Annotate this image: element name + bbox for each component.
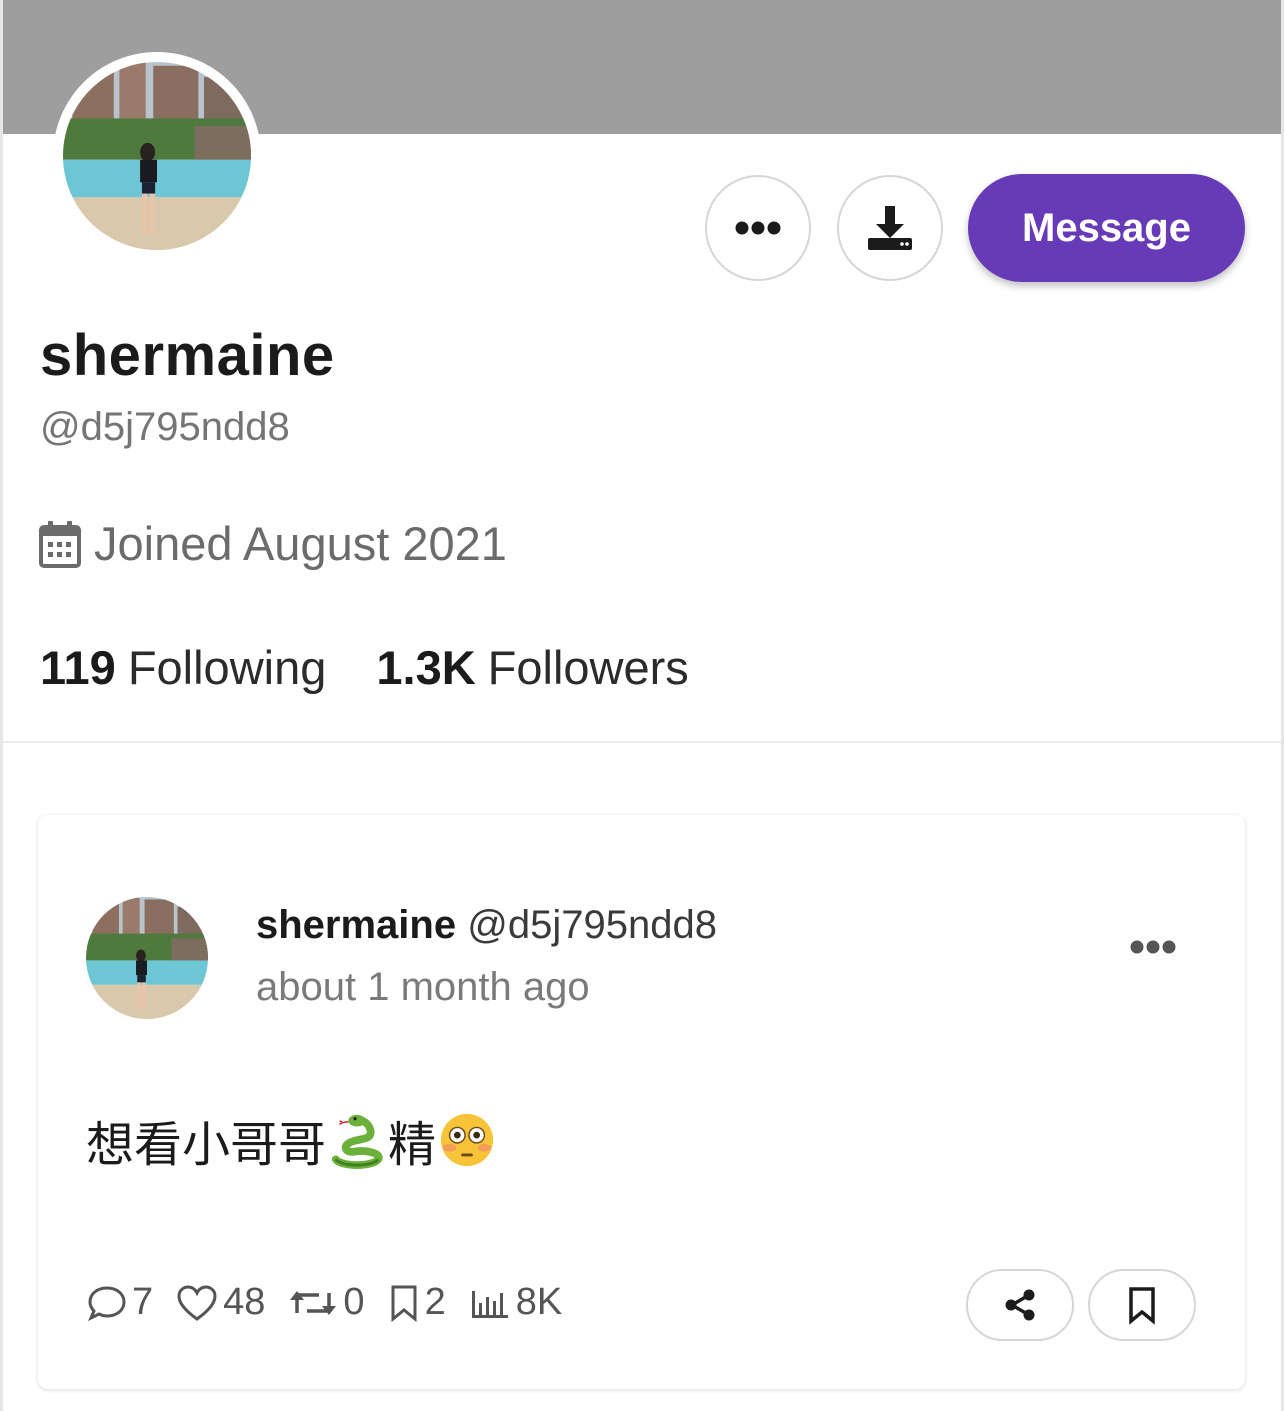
bookmark-stat[interactable]: 2 [387, 1281, 446, 1324]
section-divider [3, 741, 1281, 743]
like-stat[interactable]: 48 [175, 1281, 265, 1324]
joined-info: Joined August 2021 [38, 516, 507, 571]
post-stats: 7 48 0 2 8K [86, 1281, 584, 1324]
calendar-icon [39, 520, 81, 568]
flushed-face-emoji-icon [440, 1113, 494, 1167]
comment-icon [88, 1285, 126, 1321]
post-card[interactable]: shermaine @d5j795ndd8 about 1 month ago … [38, 815, 1245, 1389]
like-count: 48 [223, 1281, 266, 1323]
heart-icon [177, 1284, 217, 1321]
followers-link[interactable]: 1.3K Followers [376, 640, 688, 695]
profile-handle: @d5j795ndd8 [40, 405, 290, 449]
more-horizontal-icon [735, 221, 781, 235]
bookmark-icon [1129, 1287, 1155, 1325]
repost-stat[interactable]: 0 [287, 1281, 365, 1324]
post-author-handle: @d5j795ndd8 [467, 903, 717, 947]
comment-stat[interactable]: 7 [86, 1281, 153, 1324]
repost-count: 0 [343, 1281, 365, 1323]
views-stat[interactable]: 8K [468, 1281, 562, 1324]
profile-display-name: shermaine [40, 323, 335, 388]
post-author[interactable]: shermaine @d5j795ndd8 [256, 903, 717, 948]
following-count: 119 [40, 641, 116, 694]
share-icon [1005, 1289, 1035, 1321]
bookmark-count: 2 [424, 1281, 446, 1323]
followers-label: Followers [487, 641, 689, 694]
snake-emoji-icon [331, 1114, 383, 1169]
joined-date: Joined August 2021 [94, 517, 507, 570]
share-button[interactable] [966, 1269, 1074, 1341]
post-more-button[interactable] [1123, 927, 1183, 967]
post-author-avatar[interactable] [86, 897, 208, 1019]
post-timestamp[interactable]: about 1 month ago [256, 965, 590, 1010]
post-content: 想看小哥哥 精 [86, 1105, 498, 1175]
bar-chart-icon [471, 1290, 508, 1318]
repost-icon [290, 1290, 337, 1315]
more-options-button[interactable] [705, 175, 811, 281]
message-button[interactable]: Message [968, 174, 1245, 282]
profile-avatar[interactable] [53, 52, 261, 260]
avatar-photo [63, 62, 251, 250]
more-horizontal-icon [1130, 940, 1176, 954]
post-text-part2: 精 [388, 1117, 437, 1173]
download-icon [868, 206, 912, 250]
following-link[interactable]: 119 Following [40, 640, 326, 695]
post-author-name: shermaine [256, 903, 457, 947]
post-text-part1: 想看小哥哥 [86, 1117, 327, 1173]
bookmark-icon [391, 1285, 417, 1322]
save-bookmark-button[interactable] [1088, 1269, 1196, 1341]
follow-stats: 119 Following 1.3K Followers [40, 640, 689, 695]
followers-count: 1.3K [376, 641, 476, 694]
download-button[interactable] [837, 175, 943, 281]
comment-count: 7 [132, 1281, 154, 1323]
following-label: Following [127, 641, 327, 694]
avatar-photo [86, 897, 208, 1019]
views-count: 8K [515, 1281, 563, 1323]
